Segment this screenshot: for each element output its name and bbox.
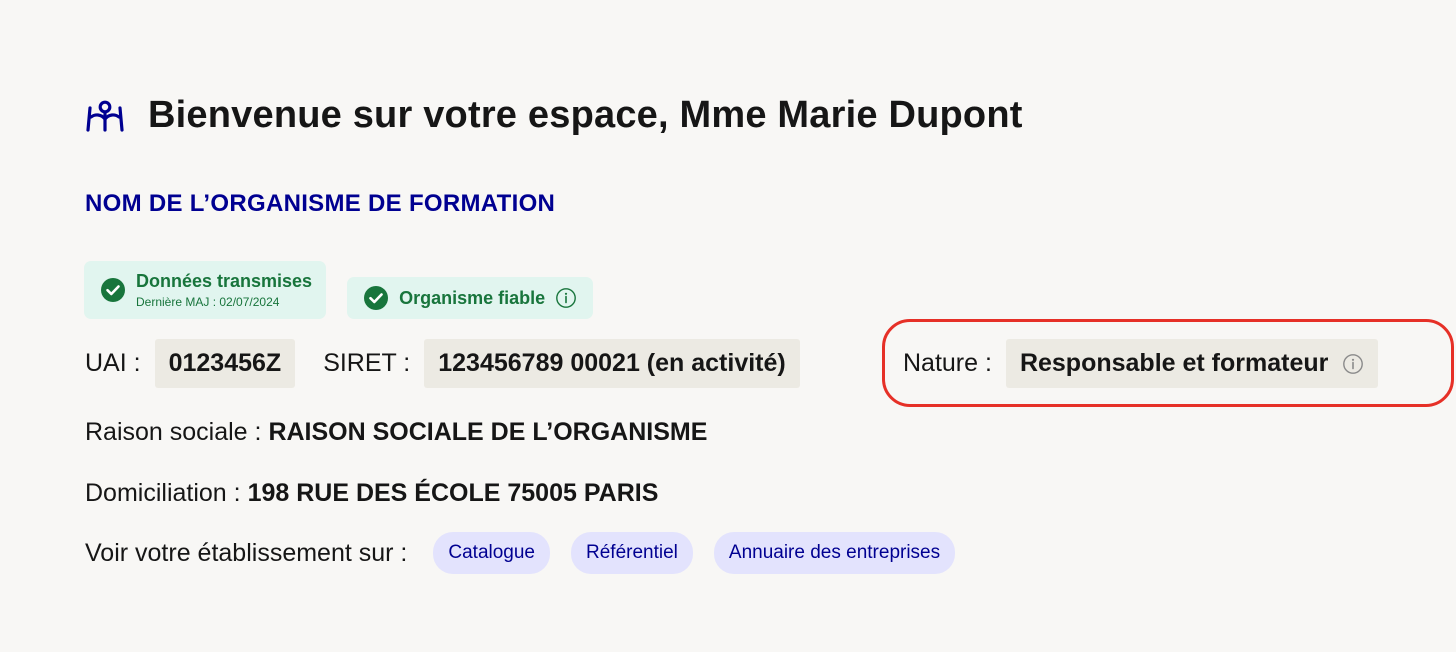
status-badge-organisme-fiable: Organisme fiable: [347, 277, 594, 319]
link-annuaire-entreprises[interactable]: Annuaire des entreprises: [713, 532, 956, 574]
external-links-label: Voir votre établissement sur :: [85, 538, 408, 567]
raison-sociale-value: RAISON SOCIALE DE L’ORGANISME: [268, 418, 708, 446]
raison-sociale-line: Raison sociale : RAISON SOCIALE DE L’ORG…: [85, 418, 707, 447]
badge-label: Données transmises: [136, 271, 313, 291]
person-sign-icon: [84, 100, 126, 132]
info-icon[interactable]: [1342, 353, 1364, 375]
nature-value: Responsable et formateur: [1019, 349, 1329, 377]
status-badges: Données transmises Dernière MAJ : 02/07/…: [84, 261, 594, 319]
domiciliation-label: Domiciliation :: [85, 479, 241, 507]
page-header: Bienvenue sur votre espace, Mme Marie Du…: [84, 94, 1023, 137]
badge-label: Organisme fiable: [399, 287, 546, 308]
organisme-name: NOM DE L’ORGANISME DE FORMATION: [85, 190, 556, 217]
info-icon[interactable]: [555, 287, 577, 309]
link-referentiel[interactable]: Référentiel: [571, 532, 693, 574]
identifiers-row: UAI : 0123456Z SIRET : 123456789 00021 (…: [85, 339, 800, 388]
link-catalogue[interactable]: Catalogue: [433, 532, 550, 574]
check-circle-icon: [101, 278, 125, 302]
siret-label: SIRET :: [323, 349, 411, 377]
uai-value: 0123456Z: [154, 339, 296, 388]
siret-value: 123456789 00021 (en activité): [424, 339, 800, 388]
check-circle-icon: [364, 286, 389, 310]
external-links-row: Voir votre établissement sur : Catalogue…: [85, 532, 976, 574]
uai-label: UAI :: [85, 349, 141, 377]
nature-row: Nature : Responsable et formateur: [903, 339, 1379, 388]
badge-last-update: Dernière MAJ : 02/07/2024: [136, 295, 280, 309]
nature-value-box: Responsable et formateur: [1005, 339, 1379, 388]
page-title: Bienvenue sur votre espace, Mme Marie Du…: [148, 94, 1023, 136]
domiciliation-value: 198 RUE DES ÉCOLE 75005 PARIS: [247, 479, 659, 507]
raison-sociale-label: Raison sociale :: [85, 418, 262, 446]
status-badge-donnees-transmises: Données transmises Dernière MAJ : 02/07/…: [84, 261, 327, 319]
nature-label: Nature :: [903, 349, 992, 377]
domiciliation-line: Domiciliation : 198 RUE DES ÉCOLE 75005 …: [85, 479, 658, 508]
